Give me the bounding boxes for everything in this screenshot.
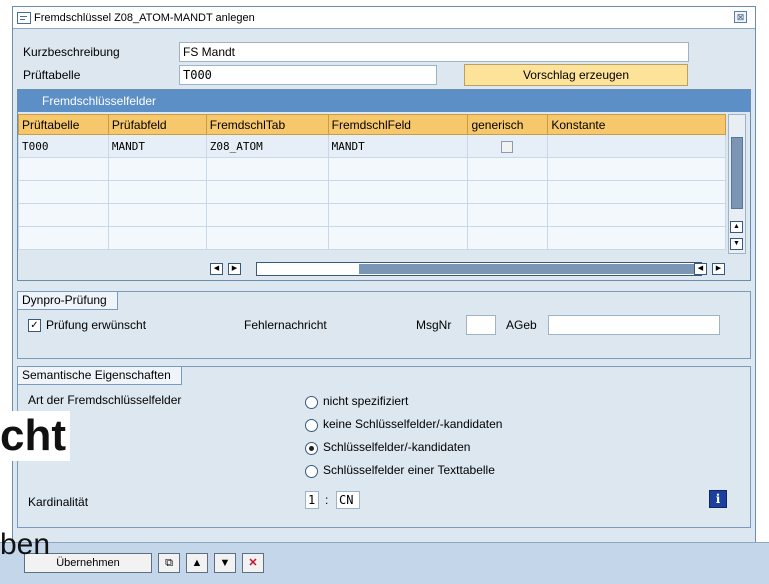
window-icon [17,11,31,24]
cell-constant[interactable] [547,134,726,158]
scroll-left-end-icon[interactable]: ◀ [694,263,707,275]
area-label: AGeb [506,318,537,332]
horizontal-scroll-thumb[interactable] [359,264,701,274]
copy-icon[interactable]: ⧉ [158,553,180,573]
scroll-up-icon[interactable]: ▲ [730,221,743,233]
move-down-icon[interactable]: ▼ [214,553,236,573]
radio-not-specified[interactable] [305,396,318,409]
foreign-key-fields-section: Fremdschlüsselfelder Prüftabelle Prüfabf… [17,89,751,281]
vertical-scrollbar[interactable] [728,114,746,254]
scroll-right-end-icon[interactable]: ▶ [712,263,725,275]
scroll-right-icon[interactable]: ▶ [228,263,241,275]
radio-key-fields[interactable] [305,442,318,455]
foreign-key-table: Prüftabelle Prüfabfeld FremdschlTab Frem… [18,114,726,250]
scroll-down-icon[interactable]: ▼ [730,238,743,250]
column-header[interactable]: Prüfabfeld [107,114,207,135]
table-row[interactable] [18,157,726,181]
table-row[interactable] [18,226,726,250]
column-header[interactable]: FremdschlTab [205,114,329,135]
short-desc-field[interactable]: FS Mandt [179,42,689,62]
check-wanted-label: Prüfung erwünscht [46,318,147,332]
foreign-key-fields-title: Fremdschlüsselfelder [18,90,750,112]
radio-text-table-key-fields[interactable] [305,465,318,478]
column-header[interactable]: generisch [467,114,549,135]
column-header[interactable]: FremdschlFeld [327,114,469,135]
horizontal-scrollbar[interactable] [256,262,702,276]
check-table-field[interactable]: T000 [179,65,437,85]
dynpro-check-title: Dynpro-Prüfung [18,292,118,310]
cardinality-label: Kardinalität [28,495,89,509]
table-row[interactable] [18,203,726,227]
field-type-label: Art der Fremdschlüsselfelder [28,393,182,407]
check-wanted-checkbox[interactable]: ✓ [28,319,41,332]
msgnr-field[interactable] [466,315,496,335]
table-row[interactable]: T000 MANDT Z08_ATOM MANDT [18,134,726,158]
radio-no-key-fields[interactable] [305,419,318,432]
generate-proposal-button[interactable]: Vorschlag erzeugen [464,64,688,86]
msgnr-label: MsgNr [416,318,452,332]
cell-generic[interactable] [467,134,549,158]
radio-label-no-key-fields: keine Schlüsselfelder/-kandidaten [323,417,503,431]
dialog-footer-toolbar: Übernehmen ⧉ ▲ ▼ ✕ [0,542,769,584]
cell-foreign-field[interactable]: MANDT [327,134,469,158]
vertical-scroll-thumb[interactable] [731,137,743,209]
cancel-icon[interactable]: ✕ [242,553,264,573]
cell-check-table[interactable]: T000 [18,134,109,158]
short-desc-label: Kurzbeschreibung [23,45,120,59]
cell-foreign-table[interactable]: Z08_ATOM [205,134,329,158]
check-table-label: Prüftabelle [23,68,81,82]
dynpro-check-group: Dynpro-Prüfung ✓ Prüfung erwünscht Fehle… [17,291,751,359]
move-up-icon[interactable]: ▲ [186,553,208,573]
radio-label-key-fields: Schlüsselfelder/-kandidaten [323,440,471,454]
cardinality-separator: : [325,493,329,507]
column-header[interactable]: Konstante [547,114,726,135]
overlay-text-small: ben [0,528,51,561]
info-icon[interactable]: i [709,490,727,508]
cardinality-left-field[interactable]: 1 [305,491,319,509]
table-row[interactable] [18,180,726,204]
dialog-title: Fremdschlüssel Z08_ATOM-MANDT anlegen [34,11,255,24]
table-header-row: Prüftabelle Prüfabfeld FremdschlTab Frem… [18,114,726,135]
scroll-left-icon[interactable]: ◀ [210,263,223,275]
area-field[interactable] [548,315,720,335]
generic-checkbox[interactable] [501,140,514,153]
dialog-titlebar: Fremdschlüssel Z08_ATOM-MANDT anlegen ⊠ [13,7,755,29]
error-message-label: Fehlernachricht [244,318,327,332]
radio-label-not-specified: nicht spezifiziert [323,394,409,408]
foreign-key-dialog: Fremdschlüssel Z08_ATOM-MANDT anlegen ⊠ … [12,6,756,584]
overlay-text-large: cht [0,411,70,461]
radio-label-text-table-key-fields: Schlüsselfelder einer Texttabelle [323,463,495,477]
cell-check-field[interactable]: MANDT [107,134,207,158]
semantic-properties-group: Semantische Eigenschaften Art der Fremds… [17,366,751,528]
close-icon[interactable]: ⊠ [734,11,747,23]
semantic-properties-title: Semantische Eigenschaften [18,367,182,385]
cardinality-right-field[interactable]: CN [336,491,360,509]
column-header[interactable]: Prüftabelle [18,114,109,135]
